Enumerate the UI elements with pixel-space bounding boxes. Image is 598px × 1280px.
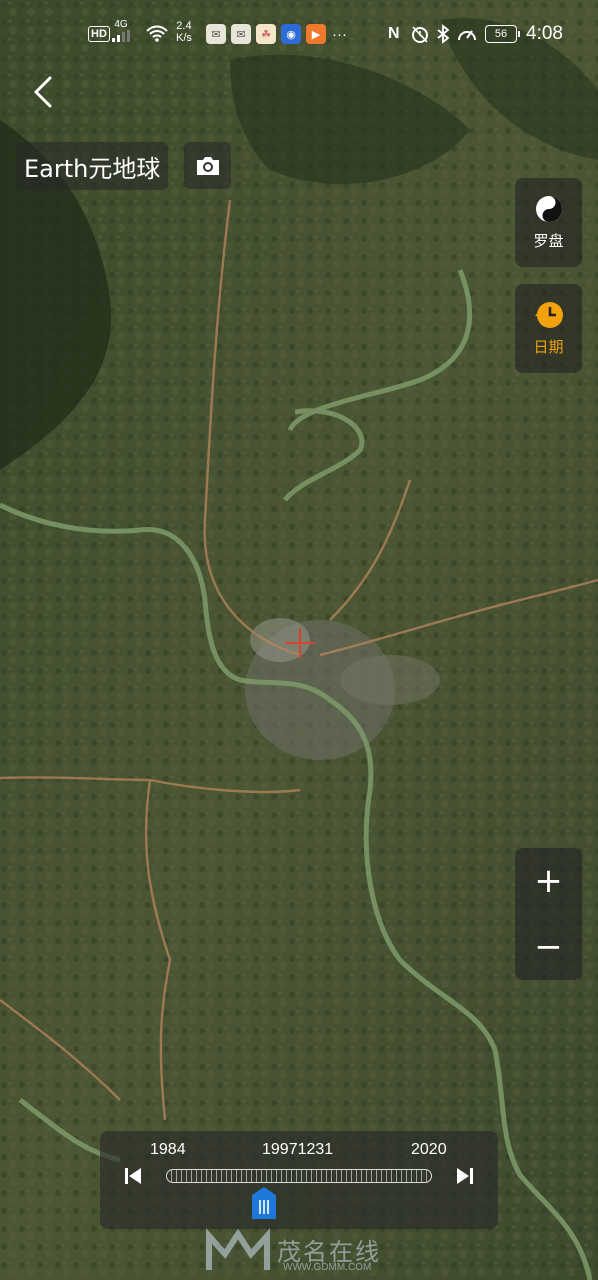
watermark-logo-icon [206, 1228, 270, 1270]
speed-unit: K/s [176, 32, 192, 44]
chevron-left-icon [34, 76, 52, 108]
video-app-icon: ▶ [306, 22, 326, 46]
speedometer-icon [456, 22, 478, 46]
timeline-end-year: 2020 [411, 1141, 447, 1158]
bluetooth-icon [436, 22, 450, 46]
network-speed: 2.4 K/s [176, 20, 192, 44]
nfc-icon: N [388, 25, 400, 42]
network-label: 4G [114, 19, 128, 30]
timeline-slider[interactable] [166, 1169, 432, 1183]
wifi-icon [146, 22, 168, 46]
more-notifications-icon: ··· [332, 25, 347, 43]
date-button[interactable]: 日期 [515, 284, 582, 373]
screenshot-button[interactable] [184, 142, 231, 189]
game-app-icon: ☘ [256, 22, 276, 46]
skip-to-end-button[interactable] [454, 1165, 476, 1187]
mail-app-icon-2: ✉ [231, 22, 251, 46]
zoom-controls: + − [515, 848, 582, 980]
watermark-url: WWW.GDMM.COM [283, 1262, 372, 1273]
alarm-icon [410, 22, 430, 46]
satellite-map[interactable] [0, 0, 598, 1280]
compass-label: 罗盘 [533, 232, 564, 250]
yin-yang-icon [535, 196, 562, 222]
zoom-out-button[interactable]: − [515, 914, 582, 980]
mail-app-icon: ✉ [206, 22, 226, 46]
watermark: 茂名在线 WWW.GDMM.COM [205, 1228, 405, 1278]
skip-to-start-button[interactable] [122, 1165, 144, 1187]
bulb-app-icon: ◉ [281, 22, 301, 46]
clock-history-icon [534, 302, 563, 328]
back-button[interactable] [24, 72, 64, 112]
timeline-thumb[interactable] [252, 1187, 277, 1221]
plus-icon: + [534, 861, 563, 901]
speed-value: 2.4 [176, 20, 192, 32]
timeline-panel: 1984 19971231 2020 [100, 1131, 498, 1229]
clock: 4:08 [526, 23, 563, 44]
signal-icon: 4G [110, 20, 132, 44]
hd-badge: HD [88, 22, 110, 46]
timeline-current-date: 19971231 [262, 1141, 334, 1158]
skip-forward-icon [457, 1168, 473, 1184]
skip-back-icon [125, 1168, 141, 1184]
compass-button[interactable]: 罗盘 [515, 178, 582, 267]
date-label: 日期 [533, 338, 564, 356]
app-title: Earth元地球 [16, 142, 169, 190]
camera-icon [196, 156, 219, 175]
status-bar: HD 4G 2.4 K/s ✉ ✉ ☘ ◉ ▶ ··· N 56 4:08 [0, 0, 598, 70]
minus-icon: − [534, 927, 563, 967]
slider-handle-icon [252, 1187, 277, 1219]
timeline-start-year: 1984 [150, 1141, 186, 1158]
zoom-in-button[interactable]: + [515, 848, 582, 914]
battery-icon: 56 [485, 22, 520, 46]
